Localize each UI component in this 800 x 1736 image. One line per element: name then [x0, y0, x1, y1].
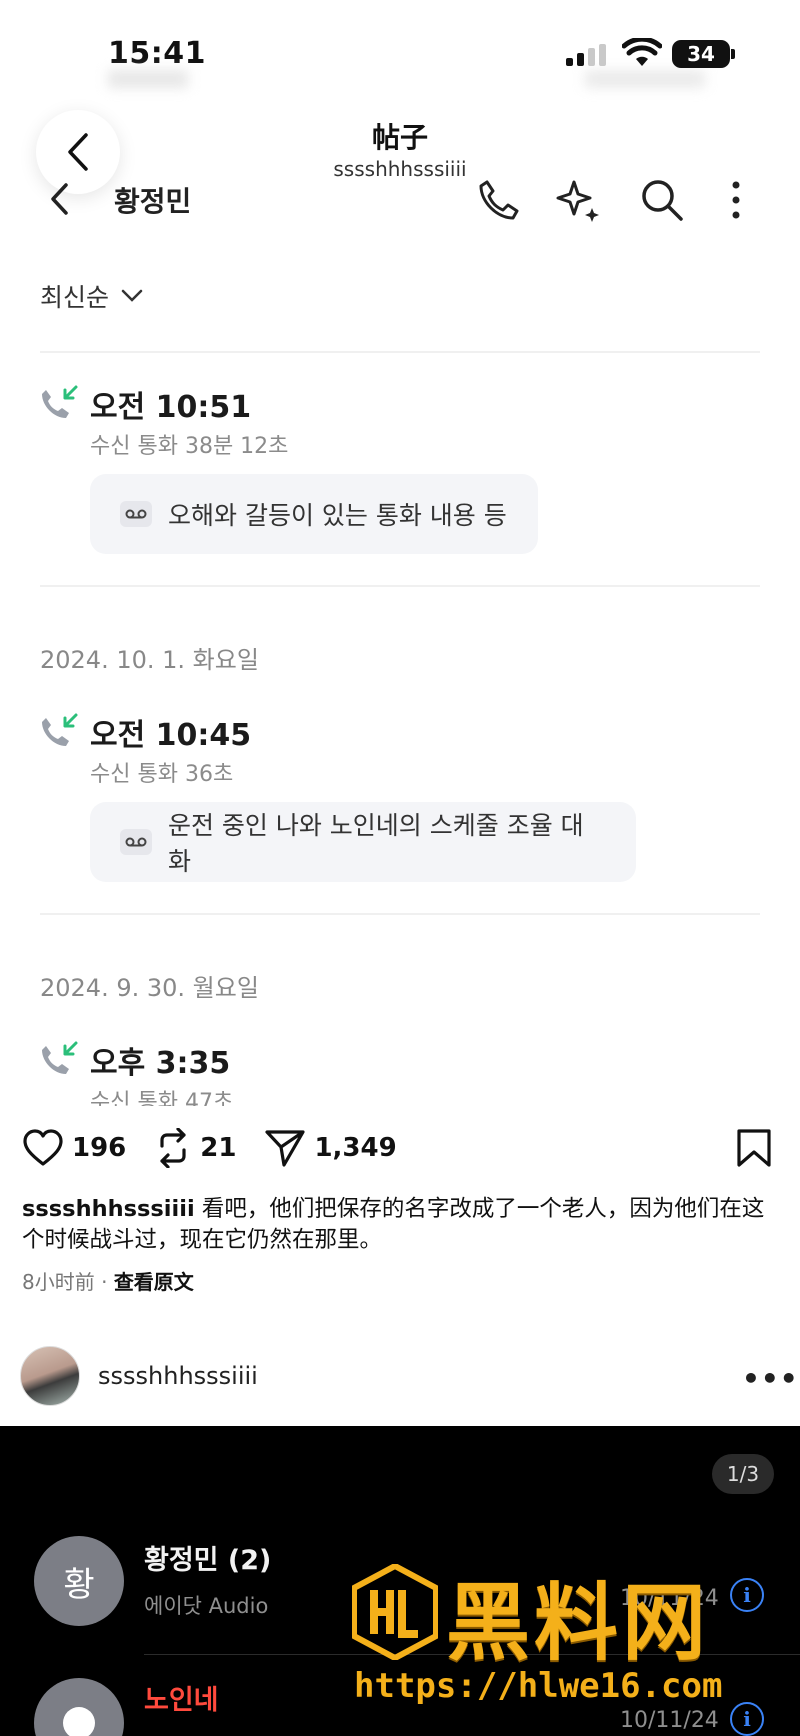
contact-name: 황정민 (2) — [144, 1545, 272, 1576]
call-detail: 수신 통화 38분 12초 — [90, 434, 289, 459]
watermark-brand: 黑料网 — [446, 1574, 711, 1672]
repost-icon — [160, 1128, 186, 1168]
watermark-url: https://hlwe16.com — [354, 1666, 723, 1706]
bookmark-icon[interactable] — [736, 1128, 772, 1168]
contact-name: 노인네 — [144, 1685, 219, 1716]
voicemail-icon — [120, 501, 152, 527]
summary-text: 오해와 갈등이 있는 통화 내용 등 — [168, 501, 507, 530]
chevron-down-icon — [121, 289, 143, 302]
status-time: 15:41 — [108, 36, 206, 71]
contact-name: 황정민 — [114, 185, 192, 218]
battery-indicator: 34 — [672, 40, 730, 68]
author-name[interactable]: sssshhhsssiiii — [98, 1362, 258, 1390]
call-time: 오후 3:35 — [90, 1046, 231, 1081]
more-vertical-icon — [712, 176, 760, 224]
meta-separator: · — [101, 1270, 114, 1294]
incoming-call-icon — [42, 385, 78, 418]
post-caption: sssshhhsssiiii 看吧，他们把保存的名字改成了一个老人，因为他们在这… — [22, 1194, 782, 1256]
divider — [40, 913, 760, 915]
search-icon — [638, 176, 686, 224]
wifi-icon — [622, 38, 662, 66]
voicemail-icon — [120, 829, 152, 855]
like-button[interactable]: 196 — [22, 1129, 126, 1167]
summary-text: 운전 중인 나와 노인네의 스케줄 조율 대화 — [167, 811, 584, 876]
divider — [40, 585, 760, 587]
status-blur — [108, 70, 188, 88]
phone-icon — [474, 176, 522, 224]
info-icon[interactable]: i — [730, 1702, 764, 1736]
like-count: 196 — [72, 1133, 127, 1163]
date-header: 2024. 10. 1. 화요일 — [40, 646, 259, 674]
contact-avatar — [34, 1678, 124, 1736]
avatar[interactable] — [20, 1346, 80, 1406]
call-log-back-icon — [51, 183, 68, 215]
page-title: 帖子 — [371, 121, 428, 154]
contact-date: 10/11/24 — [620, 1708, 719, 1733]
call-time: 오전 10:51 — [90, 390, 252, 425]
send-icon — [265, 1130, 306, 1167]
view-original-link[interactable]: 查看原文 — [114, 1270, 194, 1294]
post-meta: 8小时前 · 查看原文 — [22, 1266, 194, 1295]
battery-cap — [731, 49, 735, 59]
status-blur — [585, 70, 705, 88]
call-detail: 수신 통화 36초 — [90, 762, 234, 787]
incoming-call-icon — [42, 1041, 78, 1074]
share-button[interactable]: 1,349 — [264, 1128, 397, 1168]
post-actions: 196 21 1,349 — [22, 1128, 425, 1168]
image-pager: 1/3 — [712, 1454, 774, 1494]
caption-username[interactable]: sssshhhsssiiii — [22, 1196, 195, 1222]
repost-count: 21 — [200, 1133, 237, 1163]
second-image: 1/3 황 황정민 (2) 에이닷 Audio 10/11/24 i 노인네 1… — [0, 1426, 800, 1736]
info-icon[interactable]: i — [730, 1578, 764, 1612]
sort-label: 최신순 — [40, 283, 110, 312]
more-horizontal-icon[interactable]: ••• — [742, 1362, 799, 1395]
author-row[interactable]: sssshhhsssiiii — [20, 1346, 258, 1406]
sort-dropdown: 최신순 — [40, 278, 143, 314]
call-summary: 오해와 갈등이 있는 통화 내용 등 — [90, 474, 538, 554]
date-header: 2024. 9. 30. 월요일 — [40, 974, 259, 1002]
watermark-logo-icon — [352, 1564, 438, 1660]
call-time: 오전 10:45 — [90, 718, 252, 753]
divider — [40, 351, 760, 353]
cellular-signal-icon — [566, 44, 610, 66]
contact-avatar: 황 — [34, 1536, 124, 1626]
call-summary: 운전 중인 나와 노인네의 스케줄 조율 대화 — [90, 802, 636, 882]
sparkle-icon — [554, 176, 602, 224]
person-icon — [63, 1707, 95, 1736]
time-ago: 8小时前 — [22, 1270, 95, 1294]
heart-icon — [23, 1129, 63, 1166]
contact-subtitle: 에이닷 Audio — [144, 1594, 269, 1618]
incoming-call-icon — [42, 713, 78, 746]
call-detail: 수신 통화 47초 — [90, 1090, 234, 1106]
share-count: 1,349 — [314, 1133, 397, 1163]
repost-button[interactable]: 21 — [154, 1128, 236, 1168]
